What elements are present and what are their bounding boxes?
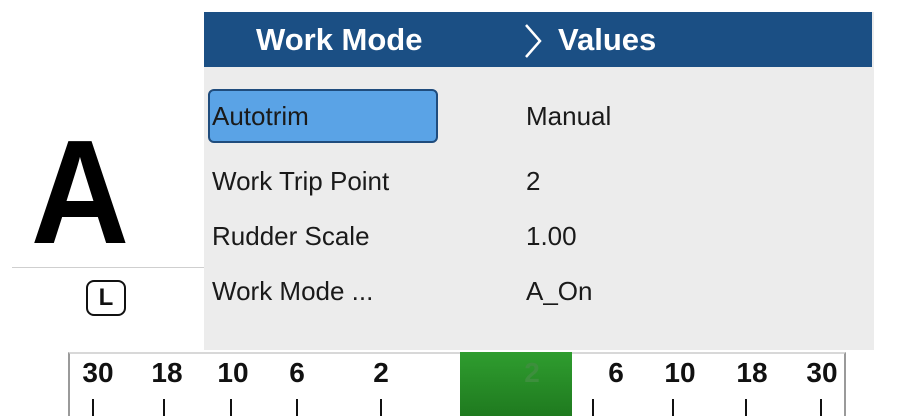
scale-tick <box>820 399 822 416</box>
menu-row-work-mode-value[interactable]: A_On <box>526 267 593 315</box>
scale-label: 6 <box>289 357 305 388</box>
scale-tick <box>163 399 165 416</box>
menu-row-work-mode-label[interactable]: Work Mode ... <box>212 267 373 315</box>
chevron-right-icon <box>525 24 542 58</box>
header-work-mode: Work Mode <box>256 22 423 57</box>
scale-label: 30 <box>82 357 114 388</box>
side-badge: L <box>86 280 126 316</box>
header-values: Values <box>558 22 657 57</box>
rudder-center-indicator <box>460 352 572 416</box>
menu-header: Work Mode Values <box>204 12 872 67</box>
menu-row-autotrim-value[interactable]: Manual <box>526 92 611 140</box>
scale-label: 10 <box>217 357 249 388</box>
scale-tick <box>92 399 94 416</box>
scale-label: 10 <box>664 357 696 388</box>
scale-tick <box>230 399 232 416</box>
scale-label: 18 <box>151 357 183 388</box>
work-mode-menu: Work Mode Values Autotrim Manual Work Tr… <box>204 12 874 350</box>
scale-tick <box>592 399 594 416</box>
scale-label: 2 <box>524 357 540 388</box>
scale-label: 2 <box>373 357 389 388</box>
menu-row-work-trip-point-value[interactable]: 2 <box>526 157 540 205</box>
scale-label: 18 <box>736 357 768 388</box>
left-divider <box>12 267 204 268</box>
scale-tick <box>296 399 298 416</box>
scale-label: 6 <box>608 357 624 388</box>
scale-label: 30 <box>806 357 838 388</box>
rudder-scale <box>68 352 846 416</box>
menu-row-rudder-scale-label[interactable]: Rudder Scale <box>212 212 370 260</box>
menu-row-autotrim-label[interactable]: Autotrim <box>212 92 309 140</box>
menu-row-work-trip-point-label[interactable]: Work Trip Point <box>212 157 389 205</box>
scale-tick <box>380 399 382 416</box>
menu-row-rudder-scale-value[interactable]: 1.00 <box>526 212 577 260</box>
scale-tick <box>672 399 674 416</box>
scale-tick <box>745 399 747 416</box>
mode-letter: A <box>30 110 130 275</box>
